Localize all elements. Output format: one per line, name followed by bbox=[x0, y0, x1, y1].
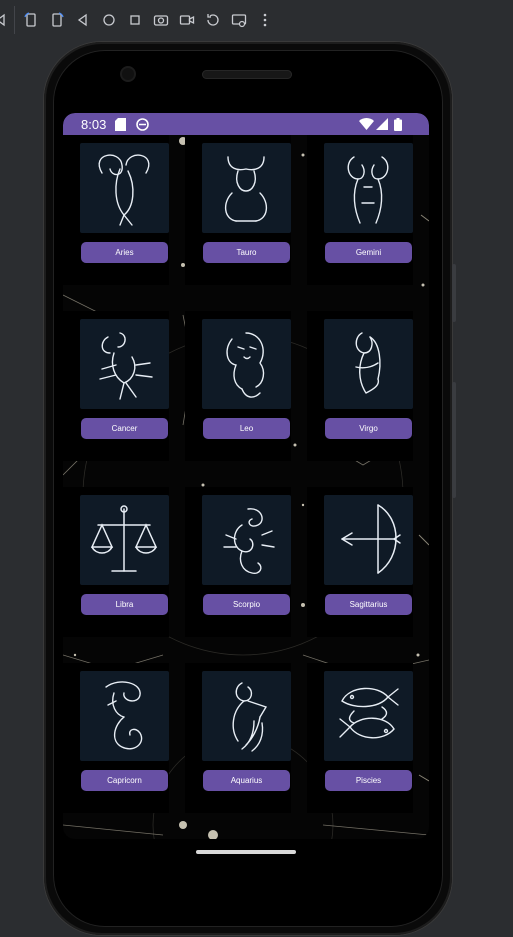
zodiac-card-sagittarius: Sagittarius bbox=[307, 487, 413, 637]
zodiac-card-scorpio: Scorpio bbox=[185, 487, 291, 637]
taurus-icon[interactable] bbox=[202, 143, 291, 233]
rotate-left-icon[interactable] bbox=[22, 11, 40, 29]
zodiac-label-sagittarius[interactable]: Sagittarius bbox=[325, 594, 412, 615]
more-icon[interactable] bbox=[256, 11, 274, 29]
sd-card-icon bbox=[115, 117, 126, 131]
zodiac-label-aquarius[interactable]: Aquarius bbox=[203, 770, 290, 791]
toolbar-divider bbox=[14, 6, 15, 34]
camera-settings-icon[interactable] bbox=[230, 11, 248, 29]
zodiac-label-cancer[interactable]: Cancer bbox=[81, 418, 168, 439]
zodiac-card-gemini: Gemini bbox=[307, 135, 413, 285]
scorpio-icon[interactable] bbox=[202, 495, 291, 585]
zodiac-card-capricorn: Capricorn bbox=[63, 663, 169, 813]
zodiac-card-libra: Libra bbox=[63, 487, 169, 637]
home-icon[interactable] bbox=[100, 11, 118, 29]
zodiac-label-taurus[interactable]: Tauro bbox=[203, 242, 290, 263]
gemini-icon[interactable] bbox=[324, 143, 413, 233]
zodiac-card-cancer: Cancer bbox=[63, 311, 169, 461]
zodiac-label-virgo[interactable]: Virgo bbox=[325, 418, 412, 439]
leo-icon[interactable] bbox=[202, 319, 291, 409]
overview-icon[interactable] bbox=[126, 11, 144, 29]
zodiac-label-scorpio[interactable]: Scorpio bbox=[203, 594, 290, 615]
gesture-home-bar[interactable] bbox=[196, 850, 296, 854]
zodiac-label-capricorn[interactable]: Capricorn bbox=[81, 770, 168, 791]
zodiac-label-gemini[interactable]: Gemini bbox=[325, 242, 412, 263]
status-bar: 8:03 bbox=[63, 113, 429, 135]
rewind-icon[interactable] bbox=[204, 11, 222, 29]
zodiac-card-pisces: Piscies bbox=[307, 663, 413, 813]
capricorn-icon[interactable] bbox=[80, 671, 169, 761]
sync-icon bbox=[136, 117, 149, 131]
zodiac-card-virgo: Virgo bbox=[307, 311, 413, 461]
screenshot-icon[interactable] bbox=[152, 11, 170, 29]
status-time: 8:03 bbox=[81, 117, 107, 132]
rotate-right-icon[interactable] bbox=[48, 11, 66, 29]
device-screen: 8:03 Aries Tauro Gemini Cancer Leo Virgo… bbox=[63, 113, 429, 839]
front-camera bbox=[122, 68, 134, 80]
aquarius-icon[interactable] bbox=[202, 671, 291, 761]
earpiece-speaker bbox=[202, 70, 292, 79]
zodiac-card-aquarius: Aquarius bbox=[185, 663, 291, 813]
zodiac-label-aries[interactable]: Aries bbox=[81, 242, 168, 263]
pisces-icon[interactable] bbox=[324, 671, 413, 761]
sagittarius-icon[interactable] bbox=[324, 495, 413, 585]
zodiac-label-pisces[interactable]: Piscies bbox=[325, 770, 412, 791]
zodiac-card-leo: Leo bbox=[185, 311, 291, 461]
cancer-icon[interactable] bbox=[80, 319, 169, 409]
back-icon[interactable] bbox=[74, 11, 92, 29]
battery-icon bbox=[394, 117, 402, 131]
virgo-icon[interactable] bbox=[324, 319, 413, 409]
record-icon[interactable] bbox=[178, 11, 196, 29]
zodiac-grid-screen: Aries Tauro Gemini Cancer Leo Virgo Libr… bbox=[63, 135, 429, 839]
aries-icon[interactable] bbox=[80, 143, 169, 233]
libra-icon[interactable] bbox=[80, 495, 169, 585]
wifi-icon bbox=[359, 117, 374, 131]
emulator-toolbar bbox=[0, 0, 513, 42]
zodiac-label-leo[interactable]: Leo bbox=[203, 418, 290, 439]
signal-icon bbox=[376, 117, 388, 131]
zodiac-label-libra[interactable]: Libra bbox=[81, 594, 168, 615]
volume-icon[interactable] bbox=[0, 11, 12, 29]
power-button[interactable] bbox=[452, 264, 456, 322]
zodiac-card-taurus: Tauro bbox=[185, 135, 291, 285]
zodiac-card-aries: Aries bbox=[63, 135, 169, 285]
volume-button[interactable] bbox=[452, 382, 456, 498]
